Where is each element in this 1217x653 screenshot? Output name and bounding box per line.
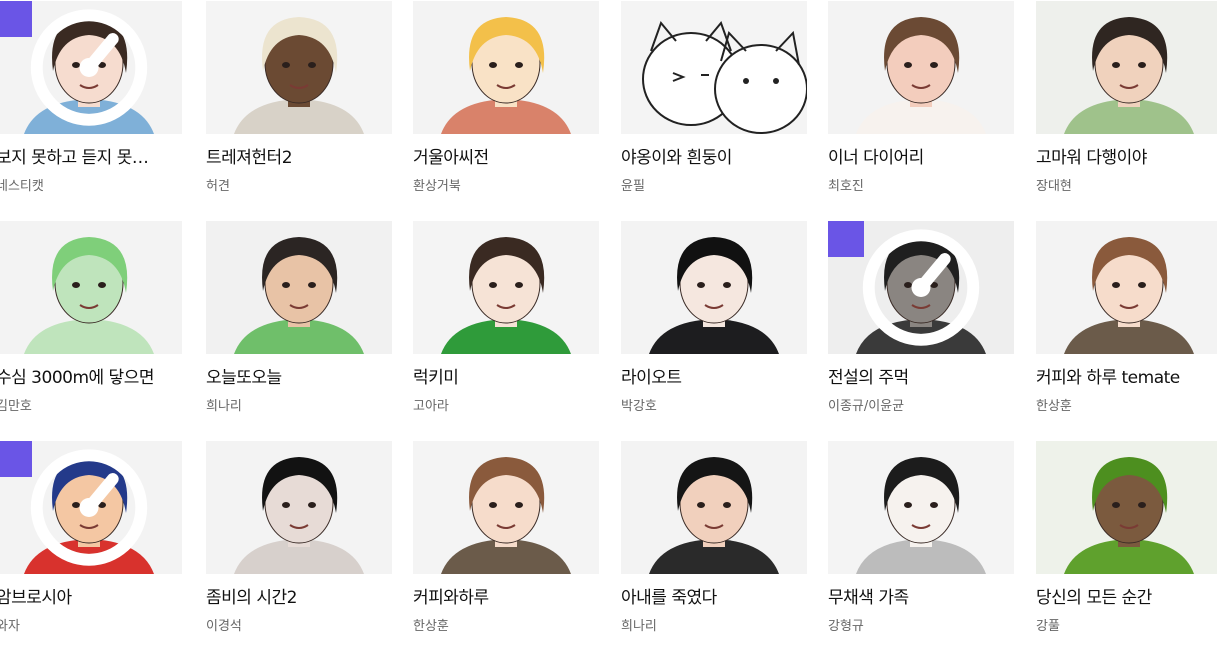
webtoon-author: 강형규: [828, 619, 864, 634]
webtoon-author: 고아라: [413, 399, 449, 414]
webtoon-card[interactable]: 야옹이와 흰둥이윤필: [621, 1, 807, 213]
webtoon-thumbnail[interactable]: [1036, 221, 1217, 354]
timer-badge-icon: [0, 441, 148, 566]
character-illustration: [24, 237, 154, 354]
webtoon-author: 희나리: [621, 619, 657, 634]
webtoon-author: 희나리: [206, 399, 242, 414]
webtoon-thumbnail[interactable]: [1036, 441, 1217, 574]
webtoon-thumbnail[interactable]: [0, 221, 182, 354]
webtoon-thumbnail[interactable]: [828, 221, 1014, 354]
webtoon-thumbnail[interactable]: [828, 441, 1014, 574]
webtoon-card[interactable]: 좀비의 시간2 이경석: [206, 441, 392, 653]
character-illustration: [441, 457, 571, 574]
character-illustration: [1064, 17, 1194, 134]
webtoon-title[interactable]: 전설의 주먹: [828, 367, 1010, 389]
webtoon-card[interactable]: 무채색 가족강형규: [828, 441, 1014, 653]
character-illustration: [234, 457, 364, 574]
webtoon-card[interactable]: 이너 다이어리최호진: [828, 1, 1014, 213]
webtoon-thumbnail[interactable]: [0, 1, 182, 134]
webtoon-card[interactable]: 보지 못하고 듣지 못… 네스티캣: [0, 1, 182, 213]
character-illustration: [642, 21, 807, 134]
webtoon-title[interactable]: 암브로시아: [0, 587, 178, 609]
webtoon-title[interactable]: 거울아씨전: [413, 147, 595, 169]
character-illustration: [649, 457, 779, 574]
webtoon-thumbnail[interactable]: [413, 221, 599, 354]
webtoon-author: 허견: [206, 179, 230, 194]
webtoon-thumbnail[interactable]: [828, 1, 1014, 134]
webtoon-title[interactable]: 고마워 다행이야: [1036, 147, 1217, 169]
webtoon-card[interactable]: 수심 3000m에 닿으면김만호: [0, 221, 182, 433]
character-illustration: [856, 457, 986, 574]
character-illustration: [441, 237, 571, 354]
webtoon-title[interactable]: 커피와하루: [413, 587, 595, 609]
webtoon-author: 환상거북: [413, 179, 461, 194]
webtoon-author: 이경석: [206, 619, 242, 634]
webtoon-thumbnail[interactable]: [413, 1, 599, 134]
webtoon-author: 네스티캣: [0, 179, 44, 194]
webtoon-title[interactable]: 당신의 모든 순간: [1036, 587, 1217, 609]
webtoon-thumbnail[interactable]: [621, 1, 807, 134]
webtoon-card[interactable]: 암브로시아와자: [0, 441, 182, 653]
webtoon-title[interactable]: 무채색 가족: [828, 587, 1010, 609]
webtoon-title[interactable]: 이너 다이어리: [828, 147, 1010, 169]
webtoon-author: 와자: [0, 619, 20, 634]
webtoon-title[interactable]: 보지 못하고 듣지 못…: [0, 147, 178, 169]
webtoon-author: 한상훈: [413, 619, 449, 634]
webtoon-grid: 보지 못하고 듣지 못… 네스티캣 트레져헌터2 허견 거울아씨전 환상거북 야옹이와 흰둥…: [0, 0, 1217, 637]
webtoon-author: 김만호: [0, 399, 32, 414]
webtoon-thumbnail[interactable]: [206, 221, 392, 354]
webtoon-card[interactable]: 오늘또오늘희나리: [206, 221, 392, 433]
timer-badge-icon: [0, 1, 148, 126]
webtoon-card[interactable]: 당신의 모든 순간강풀: [1036, 441, 1217, 653]
webtoon-title[interactable]: 트레져헌터2: [206, 147, 388, 169]
character-illustration: [1064, 457, 1194, 574]
webtoon-card[interactable]: 전설의 주먹이종규/이윤균: [828, 221, 1014, 433]
webtoon-card[interactable]: 커피와하루한상훈: [413, 441, 599, 653]
character-illustration: [234, 237, 364, 354]
webtoon-title[interactable]: 야옹이와 흰둥이: [621, 147, 803, 169]
webtoon-title[interactable]: 좀비의 시간2: [206, 587, 388, 609]
character-illustration: [856, 17, 986, 134]
webtoon-author: 박강호: [621, 399, 657, 414]
character-illustration: [1064, 237, 1194, 354]
webtoon-card[interactable]: 트레져헌터2 허견: [206, 1, 392, 213]
webtoon-author: 이종규/이윤균: [828, 399, 905, 414]
webtoon-author: 한상훈: [1036, 399, 1072, 414]
webtoon-title[interactable]: 수심 3000m에 닿으면: [0, 367, 178, 389]
webtoon-card[interactable]: 거울아씨전환상거북: [413, 1, 599, 213]
webtoon-thumbnail[interactable]: [413, 441, 599, 574]
webtoon-title[interactable]: 커피와 하루 temate: [1036, 367, 1217, 389]
webtoon-card[interactable]: 커피와 하루 temate 한상훈: [1036, 221, 1217, 433]
webtoon-title[interactable]: 아내를 죽였다: [621, 587, 803, 609]
character-illustration: [649, 237, 779, 354]
webtoon-thumbnail[interactable]: [621, 441, 807, 574]
character-illustration: [441, 17, 571, 134]
webtoon-title[interactable]: 라이오트: [621, 367, 803, 389]
webtoon-thumbnail[interactable]: [1036, 1, 1217, 134]
webtoon-title[interactable]: 오늘또오늘: [206, 367, 388, 389]
webtoon-author: 최호진: [828, 179, 864, 194]
webtoon-author: 윤필: [621, 179, 645, 194]
webtoon-author: 장대현: [1036, 179, 1072, 194]
webtoon-title[interactable]: 럭키미: [413, 367, 595, 389]
webtoon-thumbnail[interactable]: [621, 221, 807, 354]
webtoon-card[interactable]: 라이오트박강호: [621, 221, 807, 433]
webtoon-card[interactable]: 럭키미고아라: [413, 221, 599, 433]
webtoon-thumbnail[interactable]: [0, 441, 182, 574]
webtoon-card[interactable]: 아내를 죽였다희나리: [621, 441, 807, 653]
webtoon-thumbnail[interactable]: [206, 441, 392, 574]
webtoon-thumbnail[interactable]: [206, 1, 392, 134]
character-illustration: [234, 17, 364, 134]
timer-badge-icon: [828, 221, 980, 346]
webtoon-author: 강풀: [1036, 619, 1060, 634]
webtoon-card[interactable]: 고마워 다행이야장대현: [1036, 1, 1217, 213]
